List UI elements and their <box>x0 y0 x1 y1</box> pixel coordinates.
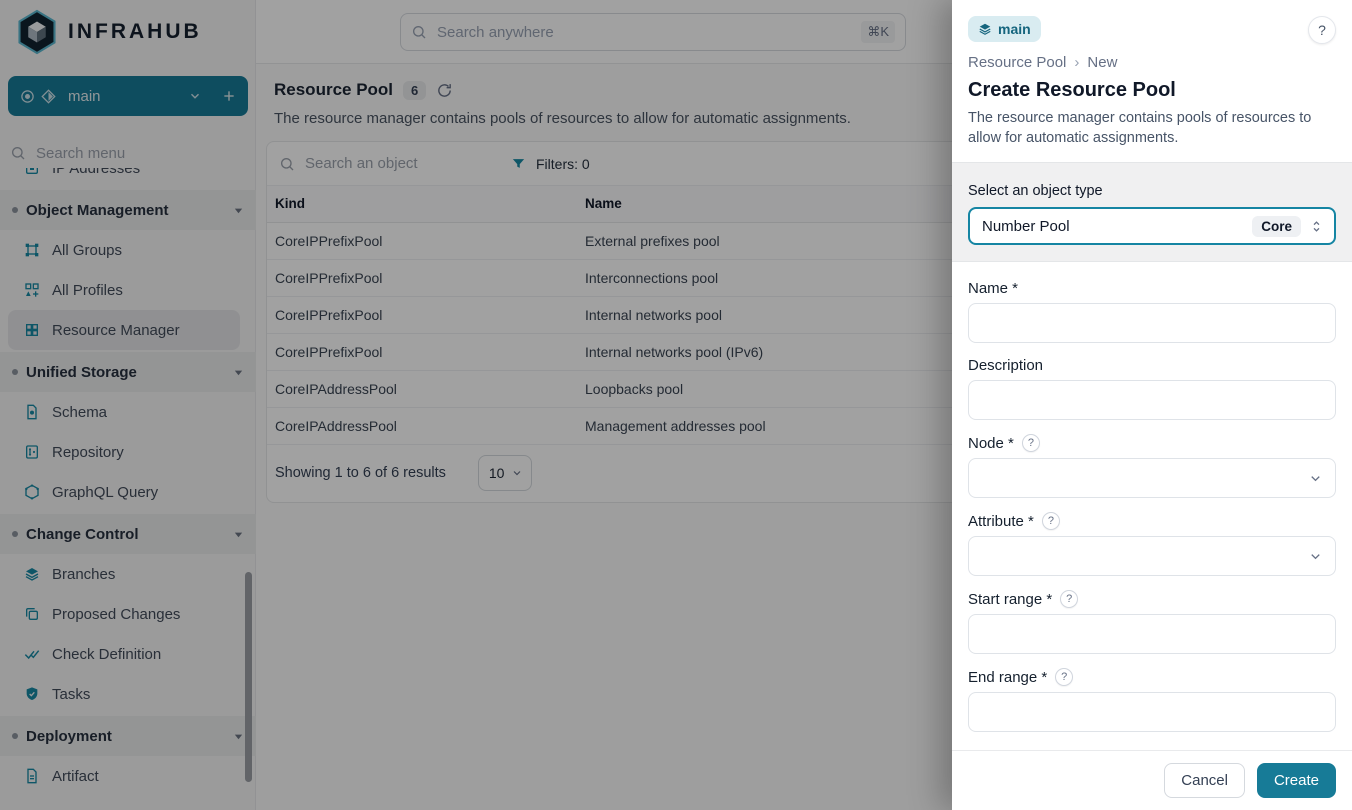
layers-icon <box>978 22 992 36</box>
field-label: Attribute * <box>968 513 1034 530</box>
help-icon[interactable]: ? <box>1060 590 1078 608</box>
object-type-label: Select an object type <box>968 183 1336 199</box>
help-button[interactable]: ? <box>1308 16 1336 44</box>
field-label: Node * <box>968 435 1014 452</box>
start-range-input[interactable] <box>968 614 1336 654</box>
field-end-range: End range * ? <box>968 668 1336 732</box>
attribute-select[interactable] <box>968 536 1336 576</box>
node-select[interactable] <box>968 458 1336 498</box>
create-resource-pool-drawer: main ? Resource Pool › New Create Resour… <box>952 0 1352 810</box>
object-type-section: Select an object type Number Pool Core <box>952 162 1352 262</box>
create-button[interactable]: Create <box>1257 763 1336 798</box>
field-name: Name * <box>968 280 1336 343</box>
branch-badge: main <box>968 16 1041 42</box>
field-label: Name * <box>968 280 1018 297</box>
chevron-down-icon <box>1308 471 1323 486</box>
help-icon[interactable]: ? <box>1042 512 1060 530</box>
help-icon[interactable]: ? <box>1022 434 1040 452</box>
end-range-input[interactable] <box>968 692 1336 732</box>
chevron-down-icon <box>1308 549 1323 564</box>
field-label: Start range * <box>968 591 1052 608</box>
cancel-button[interactable]: Cancel <box>1164 763 1245 798</box>
breadcrumb-separator: › <box>1074 54 1079 71</box>
drawer-backdrop[interactable] <box>0 0 952 810</box>
namespace-badge: Core <box>1252 216 1301 237</box>
drawer-description: The resource manager contains pools of r… <box>968 108 1328 148</box>
breadcrumb-current: New <box>1087 54 1117 71</box>
field-label: End range * <box>968 669 1047 686</box>
create-form: Name * Description Node * ? Attribut <box>952 262 1352 732</box>
field-node: Node * ? <box>968 434 1336 498</box>
field-attribute: Attribute * ? <box>968 512 1336 576</box>
drawer-footer: Cancel Create <box>952 750 1352 810</box>
unfold-more-icon <box>1309 219 1324 234</box>
object-type-value: Number Pool <box>982 218 1244 235</box>
field-start-range: Start range * ? <box>968 590 1336 654</box>
object-type-select[interactable]: Number Pool Core <box>968 207 1336 245</box>
field-label: Description <box>968 357 1043 374</box>
field-description: Description <box>968 357 1336 420</box>
drawer-title: Create Resource Pool <box>968 79 1336 102</box>
description-input[interactable] <box>968 380 1336 420</box>
breadcrumb-parent[interactable]: Resource Pool <box>968 54 1066 71</box>
breadcrumb: Resource Pool › New <box>968 54 1336 71</box>
branch-badge-label: main <box>998 21 1031 37</box>
help-icon[interactable]: ? <box>1055 668 1073 686</box>
name-input[interactable] <box>968 303 1336 343</box>
